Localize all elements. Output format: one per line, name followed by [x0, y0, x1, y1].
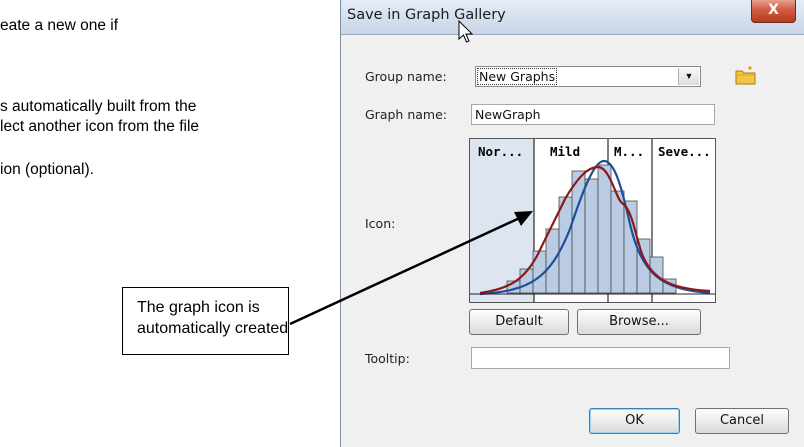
doc-text-line-3: lect another icon from the file	[0, 118, 200, 135]
cancel-button[interactable]: Cancel	[695, 408, 789, 434]
doc-text-line-1: eate a new one if	[0, 17, 119, 34]
default-button[interactable]: Default	[469, 309, 569, 335]
ok-button[interactable]: OK	[589, 408, 680, 434]
histogram-bar	[558, 196, 573, 294]
histogram-bar	[584, 178, 599, 294]
close-button[interactable]: X	[751, 0, 796, 23]
save-in-graph-gallery-dialog: Save in Graph Gallery X Group name: New …	[340, 0, 804, 447]
graph-name-value: NewGraph	[475, 107, 541, 122]
category-moderate: M...	[614, 144, 644, 159]
mouse-cursor-icon	[458, 20, 474, 43]
graph-icon-preview[interactable]: Nor... Mild M... Seve...	[469, 138, 716, 303]
tooltip-input[interactable]	[471, 347, 730, 369]
category-mild: Mild	[550, 144, 580, 159]
callout-line-2: automatically created	[137, 320, 289, 337]
close-icon: X	[768, 2, 779, 18]
icon-label: Icon:	[365, 216, 396, 231]
group-name-dropdown[interactable]: New Graphs ▼	[475, 66, 701, 87]
graph-name-label: Graph name:	[365, 107, 447, 122]
callout-line-1: The graph icon is	[137, 299, 260, 316]
dialog-titlebar: Save in Graph Gallery X	[341, 0, 804, 35]
histogram-bar	[571, 170, 586, 294]
tooltip-label: Tooltip:	[365, 351, 410, 366]
dropdown-arrow-icon[interactable]: ▼	[678, 68, 699, 85]
group-name-value: New Graphs	[476, 68, 558, 85]
graph-name-input[interactable]: NewGraph	[471, 104, 715, 125]
category-normal: Nor...	[478, 144, 523, 159]
dialog-title: Save in Graph Gallery	[347, 7, 506, 23]
callout-box: The graph icon is automatically created	[122, 287, 289, 355]
new-folder-icon[interactable]	[735, 66, 757, 86]
histogram-bar	[597, 164, 612, 294]
doc-text-line-2: s automatically built from the	[0, 98, 197, 115]
group-name-label: Group name:	[365, 69, 447, 84]
browse-button[interactable]: Browse...	[577, 309, 701, 335]
histogram-bar	[610, 190, 625, 294]
doc-text-line-4: ion (optional).	[0, 161, 94, 178]
graph-icon-image: Nor... Mild M... Seve...	[470, 139, 715, 302]
category-severe: Seve...	[658, 144, 711, 159]
